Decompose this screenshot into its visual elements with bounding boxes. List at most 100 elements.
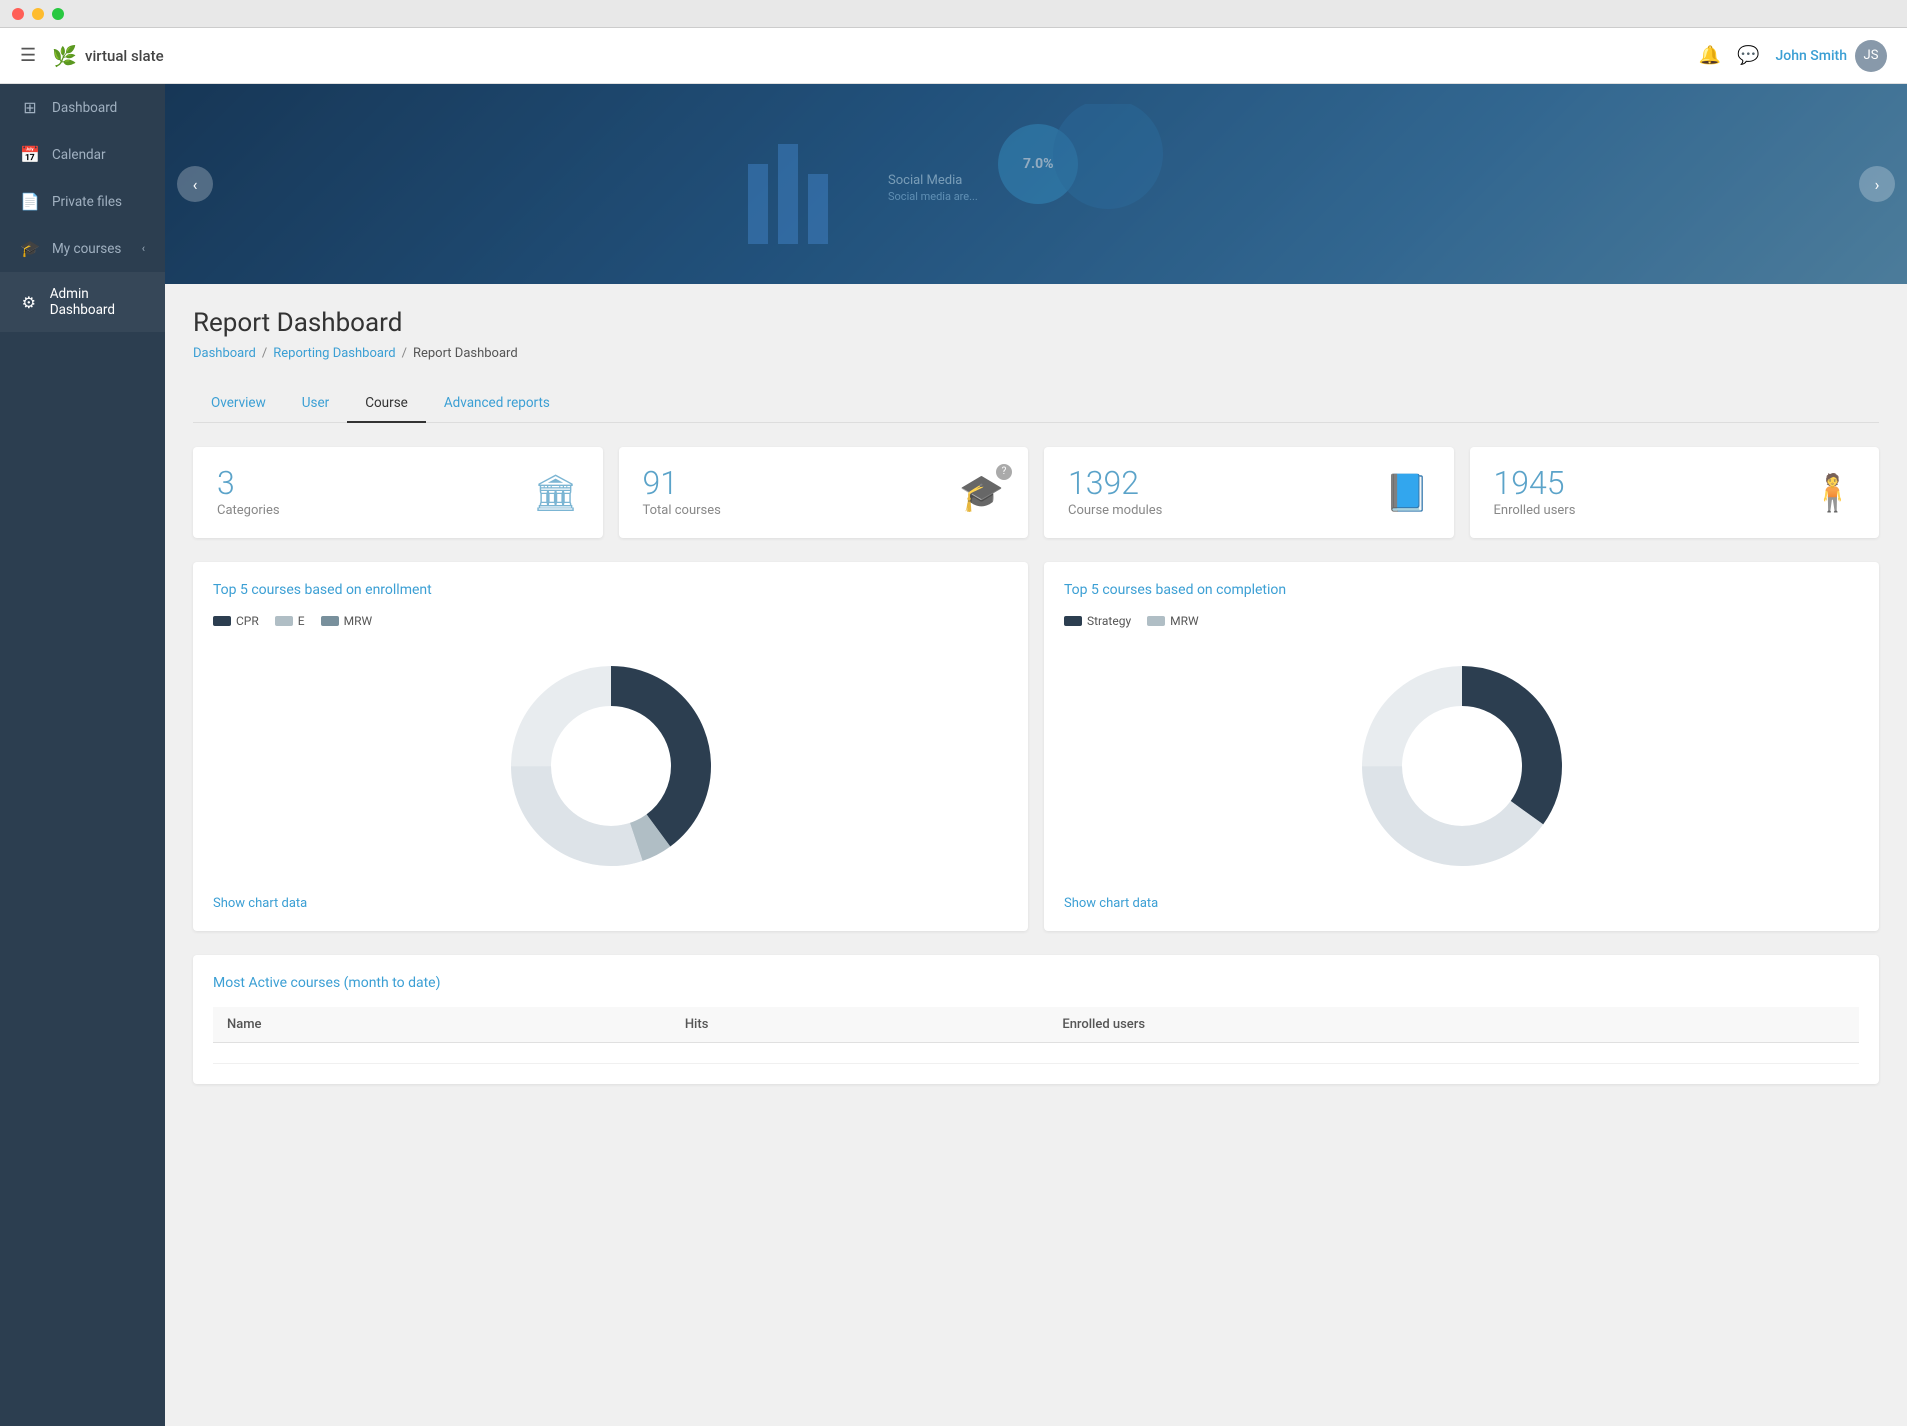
breadcrumb-dashboard[interactable]: Dashboard bbox=[193, 346, 256, 361]
maximize-button[interactable] bbox=[52, 8, 64, 20]
total-courses-label: Total courses bbox=[643, 503, 721, 518]
grid-icon: ⊞ bbox=[20, 98, 40, 117]
active-courses-panel: Most Active courses (month to date) Name… bbox=[193, 955, 1879, 1084]
chevron-left-icon: ‹ bbox=[193, 175, 198, 194]
completion-show-chart-data-link[interactable]: Show chart data bbox=[1064, 896, 1158, 911]
table-body bbox=[213, 1043, 1859, 1064]
gear-icon: ⚙ bbox=[20, 293, 38, 312]
enrollment-legend: CPR E MRW bbox=[213, 614, 1008, 628]
content-area: Report Dashboard Dashboard / Reporting D… bbox=[165, 284, 1907, 1108]
legend-item-mrw: MRW bbox=[321, 614, 373, 628]
minimize-button[interactable] bbox=[32, 8, 44, 20]
hits-cell bbox=[671, 1043, 1049, 1064]
tab-advanced[interactable]: Advanced reports bbox=[426, 385, 568, 423]
building-icon: 🏛 bbox=[533, 472, 579, 514]
chevron-right-icon: › bbox=[1875, 175, 1880, 194]
course-name-cell bbox=[213, 1043, 671, 1064]
svg-text:Social Media: Social Media bbox=[888, 173, 962, 188]
close-button[interactable] bbox=[12, 8, 24, 20]
enrollment-chart-title: Top 5 courses based on enrollment bbox=[213, 582, 1008, 598]
sidebar-item-calendar[interactable]: 📅 Calendar bbox=[0, 131, 165, 178]
logo-icon: 🌿 bbox=[52, 44, 77, 68]
active-courses-title: Most Active courses (month to date) bbox=[213, 975, 1859, 991]
avatar-initials: JS bbox=[1864, 48, 1879, 63]
completion-chart-panel: Top 5 courses based on completion Strate… bbox=[1044, 562, 1879, 931]
file-icon: 📄 bbox=[20, 192, 40, 211]
legend-item-e: E bbox=[275, 614, 305, 628]
avatar[interactable]: JS bbox=[1855, 40, 1887, 72]
legend-label-cpr: CPR bbox=[236, 614, 259, 628]
legend-label-mrw2: MRW bbox=[1170, 614, 1199, 628]
hero-chart-decoration: Social Media Social media are... 7.0% bbox=[688, 104, 1188, 264]
sidebar-label-calendar: Calendar bbox=[52, 147, 106, 163]
legend-color-mrw2 bbox=[1147, 616, 1165, 626]
sidebar: ⊞ Dashboard 📅 Calendar 📄 Private files 🎓… bbox=[0, 84, 165, 1426]
table-header-row: Name Hits Enrolled users bbox=[213, 1007, 1859, 1043]
sidebar-item-my-courses[interactable]: 🎓 My courses ‹ bbox=[0, 225, 165, 272]
tab-bar: Overview User Course Advanced reports bbox=[193, 385, 1879, 423]
charts-row: Top 5 courses based on enrollment CPR E bbox=[193, 562, 1879, 931]
completion-donut-chart bbox=[1352, 656, 1572, 876]
stat-card-enrolled-users: 1945 Enrolled users 🧍 bbox=[1470, 447, 1880, 538]
sidebar-item-private-files[interactable]: 📄 Private files bbox=[0, 178, 165, 225]
col-header-hits: Hits bbox=[671, 1007, 1049, 1043]
stat-card-total-courses: 91 Total courses 🎓 ? bbox=[619, 447, 1029, 538]
svg-text:7.0%: 7.0% bbox=[1023, 156, 1053, 172]
col-header-enrolled: Enrolled users bbox=[1048, 1007, 1859, 1043]
enrollment-show-chart-data-link[interactable]: Show chart data bbox=[213, 896, 307, 911]
breadcrumb-sep-1: / bbox=[262, 346, 267, 361]
sidebar-item-admin-dashboard[interactable]: ⚙ Admin Dashboard bbox=[0, 272, 165, 332]
enrollment-chart-panel: Top 5 courses based on enrollment CPR E bbox=[193, 562, 1028, 931]
breadcrumb-current: Report Dashboard bbox=[413, 346, 518, 361]
tab-overview[interactable]: Overview bbox=[193, 385, 284, 423]
legend-color-mrw bbox=[321, 616, 339, 626]
window-chrome bbox=[0, 0, 1907, 28]
hero-next-button[interactable]: › bbox=[1859, 166, 1895, 202]
legend-color-strategy bbox=[1064, 616, 1082, 626]
info-icon[interactable]: ? bbox=[996, 464, 1012, 480]
modules-number: 1392 bbox=[1068, 467, 1162, 499]
logo[interactable]: 🌿 virtual slate bbox=[52, 44, 163, 68]
tab-course[interactable]: Course bbox=[347, 385, 426, 423]
legend-color-cpr bbox=[213, 616, 231, 626]
legend-item-cpr: CPR bbox=[213, 614, 259, 628]
mortarboard-icon: 🎓 bbox=[959, 472, 1004, 514]
legend-color-e bbox=[275, 616, 293, 626]
user-name[interactable]: John Smith bbox=[1776, 48, 1847, 64]
book-icon: 📘 bbox=[1385, 472, 1430, 514]
graduation-cap-icon: 🎓 bbox=[20, 239, 40, 258]
page-title: Report Dashboard bbox=[193, 308, 1879, 338]
sidebar-label-my-courses: My courses bbox=[52, 241, 121, 257]
svg-text:Social media are...: Social media are... bbox=[888, 190, 978, 203]
notification-bell-icon[interactable]: 🔔 bbox=[1699, 45, 1721, 66]
hero-banner: Social Media Social media are... 7.0% ‹ … bbox=[165, 84, 1907, 284]
top-navbar: ☰ 🌿 virtual slate 🔔 💬 John Smith JS bbox=[0, 28, 1907, 84]
stat-card-modules: 1392 Course modules 📘 bbox=[1044, 447, 1454, 538]
breadcrumb-reporting[interactable]: Reporting Dashboard bbox=[273, 346, 395, 361]
enrollment-donut-chart bbox=[501, 656, 721, 876]
enrolled-cell bbox=[1048, 1043, 1859, 1064]
total-courses-number: 91 bbox=[643, 467, 721, 499]
sidebar-label-private-files: Private files bbox=[52, 194, 122, 210]
legend-item-strategy: Strategy bbox=[1064, 614, 1131, 628]
calendar-icon: 📅 bbox=[20, 145, 40, 164]
tab-user[interactable]: User bbox=[284, 385, 347, 423]
sidebar-label-dashboard: Dashboard bbox=[52, 100, 117, 116]
breadcrumb-sep-2: / bbox=[402, 346, 407, 361]
hamburger-menu-icon[interactable]: ☰ bbox=[20, 45, 36, 66]
enrollment-donut-container bbox=[213, 640, 1008, 892]
legend-label-e: E bbox=[298, 614, 305, 628]
app-body: ⊞ Dashboard 📅 Calendar 📄 Private files 🎓… bbox=[0, 84, 1907, 1426]
col-header-name: Name bbox=[213, 1007, 671, 1043]
breadcrumb: Dashboard / Reporting Dashboard / Report… bbox=[193, 346, 1879, 361]
stat-card-categories: 3 Categories 🏛 bbox=[193, 447, 603, 538]
hero-prev-button[interactable]: ‹ bbox=[177, 166, 213, 202]
sidebar-item-dashboard[interactable]: ⊞ Dashboard bbox=[0, 84, 165, 131]
legend-label-mrw: MRW bbox=[344, 614, 373, 628]
completion-donut-container bbox=[1064, 640, 1859, 892]
modules-label: Course modules bbox=[1068, 503, 1162, 518]
table-row bbox=[213, 1043, 1859, 1064]
sidebar-label-admin-dashboard: Admin Dashboard bbox=[50, 286, 145, 318]
chat-icon[interactable]: 💬 bbox=[1737, 45, 1759, 66]
user-info[interactable]: John Smith JS bbox=[1776, 40, 1887, 72]
